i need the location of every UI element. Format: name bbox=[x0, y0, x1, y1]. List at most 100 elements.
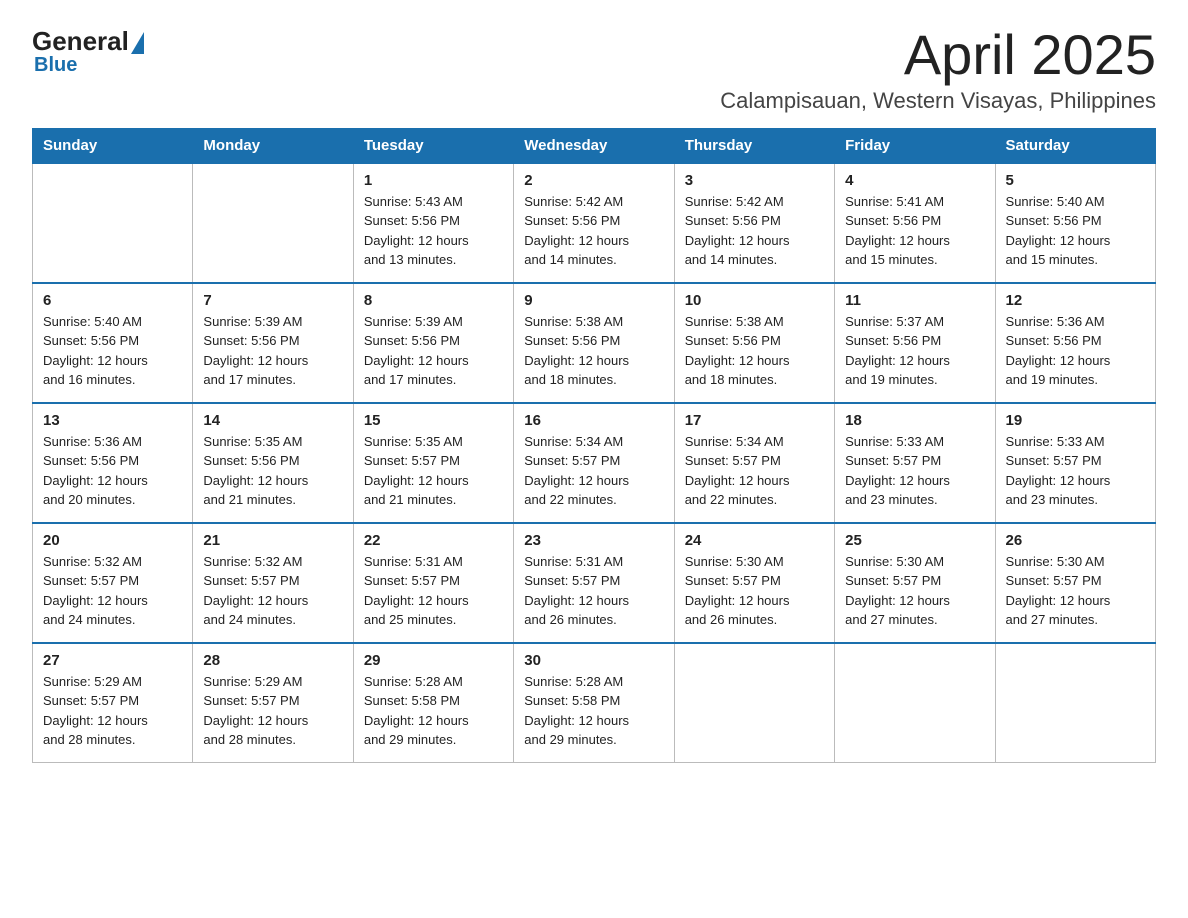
calendar-cell bbox=[835, 643, 995, 763]
day-info: Sunrise: 5:28 AMSunset: 5:58 PMDaylight:… bbox=[524, 672, 663, 750]
calendar-cell: 4 Sunrise: 5:41 AMSunset: 5:56 PMDaylight… bbox=[835, 163, 995, 283]
day-number: 25 bbox=[845, 532, 984, 549]
calendar-cell: 5Sunrise: 5:40 AMSunset: 5:56 PMDaylight… bbox=[995, 163, 1155, 283]
logo-blue-text: Blue bbox=[34, 54, 77, 76]
day-number: 1 bbox=[364, 172, 503, 189]
day-info: Sunrise: 5:34 AMSunset: 5:57 PMDaylight:… bbox=[685, 432, 824, 510]
day-info: Sunrise: 5:41 AMSunset: 5:56 PMDaylight:… bbox=[845, 192, 984, 270]
calendar-cell: 2Sunrise: 5:42 AMSunset: 5:56 PMDaylight… bbox=[514, 163, 674, 283]
calendar-week-row: 6 Sunrise: 5:40 AMSunset: 5:56 PMDaylight… bbox=[33, 283, 1156, 403]
day-info: Sunrise: 5:42 AMSunset: 5:56 PMDaylight:… bbox=[685, 192, 824, 270]
day-number: 22 bbox=[364, 532, 503, 549]
day-number: 11 bbox=[845, 292, 984, 309]
day-info: Sunrise: 5:30 AMSunset: 5:57 PMDaylight:… bbox=[1006, 552, 1145, 630]
day-number: 27 bbox=[43, 652, 182, 669]
day-info: Sunrise: 5:33 AMSunset: 5:57 PMDaylight:… bbox=[845, 432, 984, 510]
weekday-header-wednesday: Wednesday bbox=[514, 128, 674, 163]
day-info: Sunrise: 5:43 AMSunset: 5:56 PMDaylight:… bbox=[364, 192, 503, 270]
weekday-header-friday: Friday bbox=[835, 128, 995, 163]
calendar-cell bbox=[995, 643, 1155, 763]
weekday-header-row: SundayMondayTuesdayWednesdayThursdayFrid… bbox=[33, 128, 1156, 163]
day-info: Sunrise: 5:33 AMSunset: 5:57 PMDaylight:… bbox=[1006, 432, 1145, 510]
day-info: Sunrise: 5:31 AMSunset: 5:57 PMDaylight:… bbox=[524, 552, 663, 630]
day-number: 23 bbox=[524, 532, 663, 549]
day-number: 24 bbox=[685, 532, 824, 549]
day-info: Sunrise: 5:40 AMSunset: 5:56 PMDaylight:… bbox=[43, 312, 182, 390]
weekday-header-monday: Monday bbox=[193, 128, 353, 163]
day-info: Sunrise: 5:29 AMSunset: 5:57 PMDaylight:… bbox=[43, 672, 182, 750]
calendar-cell: 17 Sunrise: 5:34 AMSunset: 5:57 PMDayligh… bbox=[674, 403, 834, 523]
day-info: Sunrise: 5:34 AMSunset: 5:57 PMDaylight:… bbox=[524, 432, 663, 510]
calendar-cell: 6 Sunrise: 5:40 AMSunset: 5:56 PMDaylight… bbox=[33, 283, 193, 403]
day-number: 20 bbox=[43, 532, 182, 549]
day-number: 4 bbox=[845, 172, 984, 189]
calendar-cell: 27 Sunrise: 5:29 AMSunset: 5:57 PMDayligh… bbox=[33, 643, 193, 763]
calendar-cell: 13 Sunrise: 5:36 AMSunset: 5:56 PMDayligh… bbox=[33, 403, 193, 523]
day-number: 2 bbox=[524, 172, 663, 189]
day-number: 29 bbox=[364, 652, 503, 669]
calendar-table: SundayMondayTuesdayWednesdayThursdayFrid… bbox=[32, 128, 1156, 763]
calendar-week-row: 13 Sunrise: 5:36 AMSunset: 5:56 PMDayligh… bbox=[33, 403, 1156, 523]
day-number: 17 bbox=[685, 412, 824, 429]
calendar-cell: 20 Sunrise: 5:32 AMSunset: 5:57 PMDayligh… bbox=[33, 523, 193, 643]
day-info: Sunrise: 5:39 AMSunset: 5:56 PMDaylight:… bbox=[203, 312, 342, 390]
header: General Blue April 2025 Calampisauan, We… bbox=[32, 24, 1156, 114]
calendar-week-row: 1 Sunrise: 5:43 AMSunset: 5:56 PMDaylight… bbox=[33, 163, 1156, 283]
weekday-header-sunday: Sunday bbox=[33, 128, 193, 163]
day-info: Sunrise: 5:38 AMSunset: 5:56 PMDaylight:… bbox=[685, 312, 824, 390]
calendar-cell: 3 Sunrise: 5:42 AMSunset: 5:56 PMDaylight… bbox=[674, 163, 834, 283]
calendar-cell: 12Sunrise: 5:36 AMSunset: 5:56 PMDayligh… bbox=[995, 283, 1155, 403]
weekday-header-tuesday: Tuesday bbox=[353, 128, 513, 163]
day-info: Sunrise: 5:36 AMSunset: 5:56 PMDaylight:… bbox=[43, 432, 182, 510]
day-info: Sunrise: 5:35 AMSunset: 5:56 PMDaylight:… bbox=[203, 432, 342, 510]
day-info: Sunrise: 5:28 AMSunset: 5:58 PMDaylight:… bbox=[364, 672, 503, 750]
page-subtitle: Calampisauan, Western Visayas, Philippin… bbox=[720, 88, 1156, 114]
day-number: 13 bbox=[43, 412, 182, 429]
calendar-cell: 16 Sunrise: 5:34 AMSunset: 5:57 PMDayligh… bbox=[514, 403, 674, 523]
calendar-cell bbox=[674, 643, 834, 763]
day-number: 3 bbox=[685, 172, 824, 189]
calendar-cell: 14 Sunrise: 5:35 AMSunset: 5:56 PMDayligh… bbox=[193, 403, 353, 523]
weekday-header-saturday: Saturday bbox=[995, 128, 1155, 163]
calendar-cell bbox=[33, 163, 193, 283]
day-number: 16 bbox=[524, 412, 663, 429]
calendar-cell: 7 Sunrise: 5:39 AMSunset: 5:56 PMDaylight… bbox=[193, 283, 353, 403]
calendar-cell: 1 Sunrise: 5:43 AMSunset: 5:56 PMDaylight… bbox=[353, 163, 513, 283]
calendar-cell: 9 Sunrise: 5:38 AMSunset: 5:56 PMDaylight… bbox=[514, 283, 674, 403]
calendar-cell: 29 Sunrise: 5:28 AMSunset: 5:58 PMDayligh… bbox=[353, 643, 513, 763]
day-info: Sunrise: 5:29 AMSunset: 5:57 PMDaylight:… bbox=[203, 672, 342, 750]
calendar-cell: 23 Sunrise: 5:31 AMSunset: 5:57 PMDayligh… bbox=[514, 523, 674, 643]
day-info: Sunrise: 5:32 AMSunset: 5:57 PMDaylight:… bbox=[43, 552, 182, 630]
day-number: 10 bbox=[685, 292, 824, 309]
day-info: Sunrise: 5:35 AMSunset: 5:57 PMDaylight:… bbox=[364, 432, 503, 510]
calendar-cell: 11Sunrise: 5:37 AMSunset: 5:56 PMDayligh… bbox=[835, 283, 995, 403]
logo-general-text: General bbox=[32, 28, 129, 54]
title-block: April 2025 Calampisauan, Western Visayas… bbox=[720, 24, 1156, 114]
day-info: Sunrise: 5:30 AMSunset: 5:57 PMDaylight:… bbox=[845, 552, 984, 630]
calendar-cell: 26 Sunrise: 5:30 AMSunset: 5:57 PMDayligh… bbox=[995, 523, 1155, 643]
calendar-cell: 30Sunrise: 5:28 AMSunset: 5:58 PMDayligh… bbox=[514, 643, 674, 763]
calendar-cell: 25 Sunrise: 5:30 AMSunset: 5:57 PMDayligh… bbox=[835, 523, 995, 643]
day-number: 6 bbox=[43, 292, 182, 309]
day-number: 9 bbox=[524, 292, 663, 309]
day-number: 12 bbox=[1006, 292, 1145, 309]
day-number: 15 bbox=[364, 412, 503, 429]
day-number: 26 bbox=[1006, 532, 1145, 549]
calendar-cell bbox=[193, 163, 353, 283]
calendar-cell: 19Sunrise: 5:33 AMSunset: 5:57 PMDayligh… bbox=[995, 403, 1155, 523]
day-info: Sunrise: 5:30 AMSunset: 5:57 PMDaylight:… bbox=[685, 552, 824, 630]
day-info: Sunrise: 5:31 AMSunset: 5:57 PMDaylight:… bbox=[364, 552, 503, 630]
calendar-cell: 18Sunrise: 5:33 AMSunset: 5:57 PMDayligh… bbox=[835, 403, 995, 523]
day-number: 7 bbox=[203, 292, 342, 309]
day-info: Sunrise: 5:38 AMSunset: 5:56 PMDaylight:… bbox=[524, 312, 663, 390]
calendar-cell: 10 Sunrise: 5:38 AMSunset: 5:56 PMDayligh… bbox=[674, 283, 834, 403]
calendar-cell: 22 Sunrise: 5:31 AMSunset: 5:57 PMDayligh… bbox=[353, 523, 513, 643]
day-number: 14 bbox=[203, 412, 342, 429]
calendar-cell: 21 Sunrise: 5:32 AMSunset: 5:57 PMDayligh… bbox=[193, 523, 353, 643]
day-number: 21 bbox=[203, 532, 342, 549]
day-info: Sunrise: 5:40 AMSunset: 5:56 PMDaylight:… bbox=[1006, 192, 1145, 270]
day-info: Sunrise: 5:32 AMSunset: 5:57 PMDaylight:… bbox=[203, 552, 342, 630]
calendar-cell: 24 Sunrise: 5:30 AMSunset: 5:57 PMDayligh… bbox=[674, 523, 834, 643]
page-title: April 2025 bbox=[720, 24, 1156, 86]
logo: General Blue bbox=[32, 28, 144, 77]
